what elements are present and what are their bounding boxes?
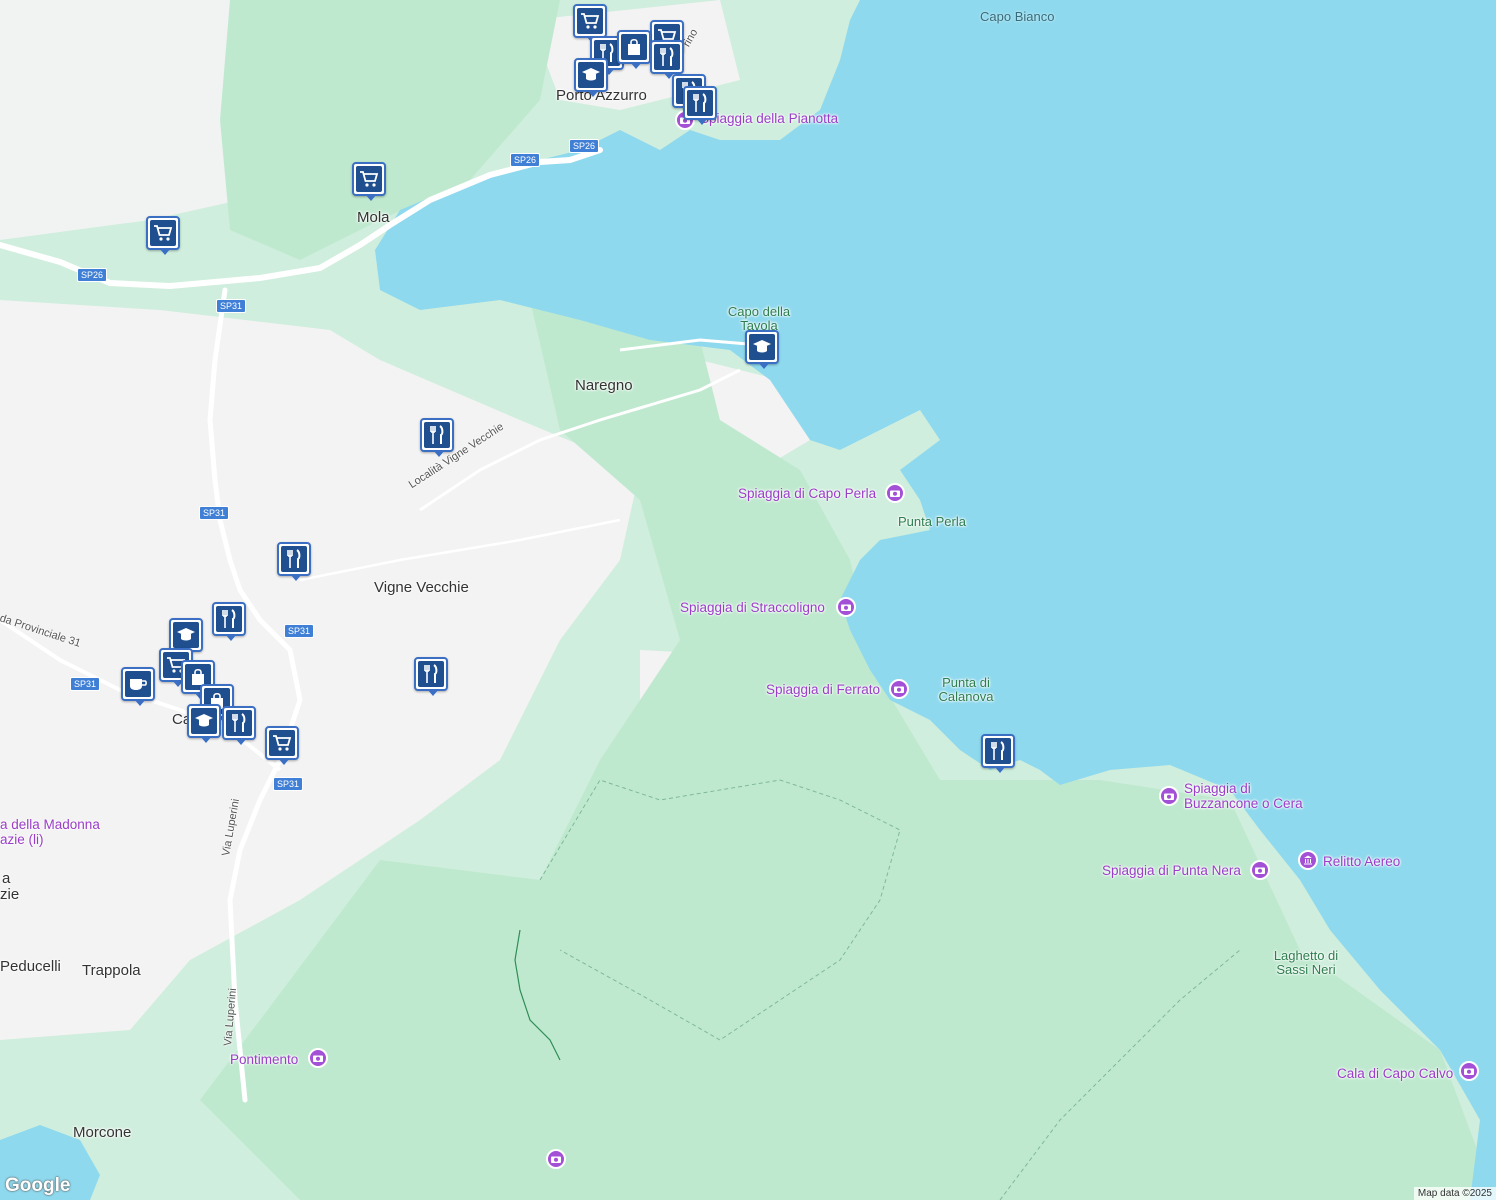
place-label[interactable]: Peducelli xyxy=(0,958,61,975)
restaurant-icon[interactable] xyxy=(222,706,256,745)
google-logo: Google xyxy=(5,1175,71,1196)
coffee-icon[interactable] xyxy=(121,667,155,706)
school-icon[interactable] xyxy=(574,58,608,97)
restaurant-icon[interactable] xyxy=(420,418,454,457)
poi-label[interactable]: Cala di Capo Calvo xyxy=(1337,1066,1453,1081)
school-icon[interactable] xyxy=(169,618,203,657)
camera-icon[interactable] xyxy=(1250,860,1270,880)
shopping-cart-icon[interactable] xyxy=(146,216,180,255)
place-label[interactable]: a xyxy=(2,870,10,887)
road-shield: SP26 xyxy=(569,139,600,153)
school-icon[interactable] xyxy=(187,704,221,743)
camera-icon[interactable] xyxy=(1159,786,1179,806)
camera-icon[interactable] xyxy=(546,1149,566,1169)
nature-label[interactable]: Punta Perla xyxy=(898,515,966,529)
place-label[interactable]: Morcone xyxy=(73,1124,131,1141)
poi-label[interactable]: Spiaggia della Pianotta xyxy=(700,111,838,126)
camera-icon[interactable] xyxy=(836,597,856,617)
place-label[interactable]: Mola xyxy=(357,209,390,226)
restaurant-icon[interactable] xyxy=(981,734,1015,773)
poi-label[interactable]: Spiaggia di Ferrato xyxy=(766,682,880,697)
poi-label[interactable]: Spiaggia di Capo Perla xyxy=(738,486,876,501)
road-shield: SP31 xyxy=(199,506,230,520)
school-icon[interactable] xyxy=(745,330,779,369)
poi-label[interactable]: Relitto Aereo xyxy=(1323,854,1400,869)
map-attribution[interactable]: Map data ©2025 xyxy=(1413,1187,1496,1200)
place-label[interactable]: Vigne Vecchie xyxy=(374,579,469,596)
shopping-cart-icon[interactable] xyxy=(352,162,386,201)
restaurant-icon[interactable] xyxy=(212,602,246,641)
road-shield: SP26 xyxy=(77,268,108,282)
place-label[interactable]: Trappola xyxy=(82,962,141,979)
restaurant-icon[interactable] xyxy=(650,40,684,79)
shopping-cart-icon[interactable] xyxy=(265,726,299,765)
camera-icon[interactable] xyxy=(889,679,909,699)
nature-label[interactable]: Punta di Calanova xyxy=(930,676,1002,704)
poi-label[interactable]: Spiaggia di Punta Nera xyxy=(1102,863,1241,878)
road-shield: SP26 xyxy=(510,153,541,167)
poi-label[interactable]: Pontimento xyxy=(230,1052,298,1067)
camera-icon[interactable] xyxy=(1459,1061,1479,1081)
road-shield: SP31 xyxy=(284,624,315,638)
road-shield: SP31 xyxy=(273,777,304,791)
poi-label[interactable]: Spiaggia di Buzzancone o Cera xyxy=(1184,781,1304,811)
road-shield: SP31 xyxy=(216,299,247,313)
shopping-bag-icon[interactable] xyxy=(617,30,651,69)
restaurant-icon[interactable] xyxy=(414,657,448,696)
restaurant-icon[interactable] xyxy=(277,542,311,581)
poi-label[interactable]: Spiaggia di Straccoligno xyxy=(680,600,825,615)
camera-icon[interactable] xyxy=(885,483,905,503)
nature-label[interactable]: Laghetto di Sassi Neri xyxy=(1270,949,1342,977)
shopping-cart-icon[interactable] xyxy=(573,4,607,43)
poi-label[interactable]: a della Madonna azie (li) xyxy=(0,817,110,847)
museum-icon[interactable] xyxy=(1298,850,1318,870)
restaurant-icon[interactable] xyxy=(683,86,717,125)
place-label[interactable]: zie xyxy=(0,886,19,903)
road-shield: SP31 xyxy=(70,677,101,691)
nature-label[interactable]: Capo della Tavola xyxy=(724,305,794,333)
camera-icon[interactable] xyxy=(308,1048,328,1068)
nature-label[interactable]: Capo Bianco xyxy=(980,9,1054,24)
place-label[interactable]: Naregno xyxy=(575,377,633,394)
